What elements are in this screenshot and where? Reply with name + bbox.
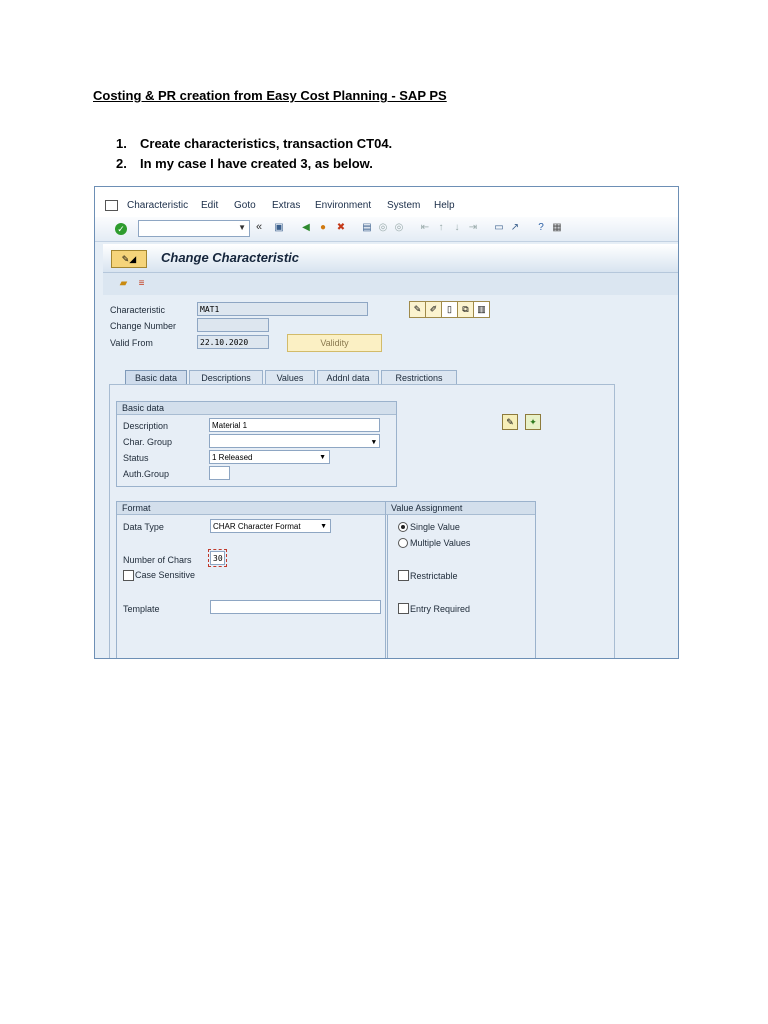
menu-help[interactable]: Help [434, 200, 455, 211]
chevron-down-icon[interactable]: ▼ [238, 223, 246, 232]
value-assignment-group-title: Value Assignment [386, 502, 535, 515]
description-label: Description [123, 421, 169, 431]
basic-data-group-title: Basic data [117, 402, 396, 415]
step-number: 2. [116, 156, 127, 171]
step-item: 2. In my case I have created 3, as below. [116, 156, 392, 176]
find-next-icon[interactable]: ◎ [393, 222, 405, 234]
characteristic-label: Characteristic [110, 305, 166, 315]
auth-group-field[interactable] [209, 466, 230, 480]
last-page-icon[interactable]: ⇥ [467, 222, 479, 234]
delete-icon[interactable]: ▥ [473, 301, 490, 318]
entry-required-label: Entry Required [410, 604, 471, 614]
shortcut-icon[interactable]: ↗ [509, 222, 521, 234]
step-text: Create characteristics, transaction CT04… [140, 136, 393, 151]
first-page-icon[interactable]: ⇤ [419, 222, 431, 234]
customize-layout-icon[interactable]: ▦ [551, 222, 563, 234]
steps-list: 1. Create characteristics, transaction CT… [116, 136, 392, 176]
menu-environment[interactable]: Environment [315, 200, 371, 211]
single-value-radio[interactable] [398, 522, 408, 532]
screen-title-bar: ✎◢ Change Characteristic [103, 244, 678, 273]
create-session-icon[interactable]: ▭ [493, 222, 505, 234]
tab-values[interactable]: Values [265, 370, 315, 385]
step-item: 1. Create characteristics, transaction CT… [116, 136, 392, 156]
data-type-dropdown[interactable]: CHAR Character Format ▼ [210, 519, 331, 533]
sap-window: Characteristic Edit Goto Extras Environm… [94, 186, 679, 659]
print-icon[interactable]: ▤ [361, 222, 373, 234]
menu-characteristic[interactable]: Characteristic [127, 200, 188, 211]
template-label: Template [123, 604, 160, 614]
auth-group-label: Auth.Group [123, 469, 170, 479]
step-text: In my case I have created 3, as below. [140, 156, 373, 171]
valid-from-field[interactable]: 22.10.2020 [197, 335, 269, 349]
display-change-icon[interactable]: ✎◢ [111, 250, 147, 268]
restrictable-label: Restrictable [410, 571, 458, 581]
enter-icon[interactable]: ✓ [115, 223, 127, 235]
tab-basic-data[interactable]: Basic data [125, 370, 187, 385]
chevron-down-icon[interactable]: ▼ [372, 435, 376, 449]
value-assignment-group: Value Assignment Single Value Multiple V… [385, 501, 536, 658]
case-sensitive-checkbox[interactable] [123, 570, 134, 581]
restrictable-checkbox[interactable] [398, 570, 409, 581]
tab-addnl-data[interactable]: Addnl data [317, 370, 379, 385]
valid-from-label: Valid From [110, 338, 153, 348]
multiple-values-label: Multiple Values [410, 538, 471, 548]
menu-goto[interactable]: Goto [234, 200, 256, 211]
back-icon[interactable]: ◀ [300, 222, 312, 234]
multiple-values-radio[interactable] [398, 538, 408, 548]
application-toolbar: ▰ ≡ [103, 273, 678, 295]
menu-bar: Characteristic Edit Goto Extras Environm… [95, 187, 678, 217]
command-field[interactable]: ▼ [138, 220, 250, 237]
data-type-label: Data Type [123, 522, 164, 532]
new-document-icon[interactable]: ▯ [441, 301, 458, 318]
cancel-icon[interactable]: ✖ [335, 222, 347, 234]
window-menu-icon[interactable] [105, 200, 118, 211]
chevron-down-icon[interactable]: ▼ [320, 520, 327, 534]
format-group-title: Format [117, 502, 387, 515]
char-group-label: Char. Group [123, 437, 173, 447]
previous-page-icon[interactable]: ↑ [435, 222, 447, 234]
folder-icon[interactable]: ▰ [117, 277, 130, 290]
entry-required-checkbox[interactable] [398, 603, 409, 614]
single-value-label: Single Value [410, 522, 460, 532]
template-field[interactable] [210, 600, 381, 614]
edit-icon[interactable]: ✎ [409, 301, 426, 318]
next-page-icon[interactable]: ↓ [451, 222, 463, 234]
status-dropdown[interactable]: 1 Released ▼ [209, 450, 330, 464]
menu-edit[interactable]: Edit [201, 200, 218, 211]
char-group-dropdown[interactable]: ▼ [209, 434, 380, 448]
help-icon[interactable]: ? [535, 222, 547, 234]
step-number: 1. [116, 136, 127, 151]
tab-descriptions[interactable]: Descriptions [189, 370, 263, 385]
number-of-chars-field[interactable]: 30 [208, 549, 227, 567]
pencil-icon[interactable]: ✐ [425, 301, 442, 318]
format-group: Format Data Type CHAR Character Format ▼… [116, 501, 388, 658]
validity-button[interactable]: Validity [287, 334, 382, 352]
chevron-down-icon[interactable]: ▼ [319, 451, 326, 465]
standard-toolbar: ✓ ▼ « ▣ ◀ ● ✖ ▤ ◎ ◎ ⇤ ↑ ↓ ⇥ ▭ ↗ ? ▦ [95, 217, 678, 242]
menu-extras[interactable]: Extras [272, 200, 300, 211]
characteristic-field[interactable]: MAT1 [197, 302, 368, 316]
other-characteristic-icon[interactable]: ≡ [135, 277, 148, 290]
menu-system[interactable]: System [387, 200, 420, 211]
screen-title: Change Characteristic [161, 250, 299, 265]
data-type-value: CHAR Character Format [213, 522, 301, 531]
exit-icon[interactable]: ● [317, 222, 329, 234]
tab-restrictions[interactable]: Restrictions [381, 370, 457, 385]
basic-data-panel: Basic data Description Material 1 Char. … [109, 384, 615, 658]
copy-icon[interactable]: ⧉ [457, 301, 474, 318]
edit-description-icon[interactable]: ✎ [502, 414, 518, 430]
basic-data-group: Basic data Description Material 1 Char. … [116, 401, 397, 487]
find-icon[interactable]: ◎ [377, 222, 389, 234]
status-value: 1 Released [212, 453, 253, 462]
status-label: Status [123, 453, 149, 463]
change-number-field[interactable] [197, 318, 269, 332]
case-sensitive-label: Case Sensitive [135, 570, 196, 580]
other-language-icon[interactable]: ✦ [525, 414, 541, 430]
change-number-label: Change Number [110, 321, 177, 331]
collapse-icon[interactable]: « [256, 221, 262, 233]
save-icon[interactable]: ▣ [273, 222, 285, 234]
description-field[interactable]: Material 1 [209, 418, 380, 432]
document-title: Costing & PR creation from Easy Cost Pla… [93, 88, 447, 103]
number-of-chars-label: Number of Chars [123, 555, 192, 565]
